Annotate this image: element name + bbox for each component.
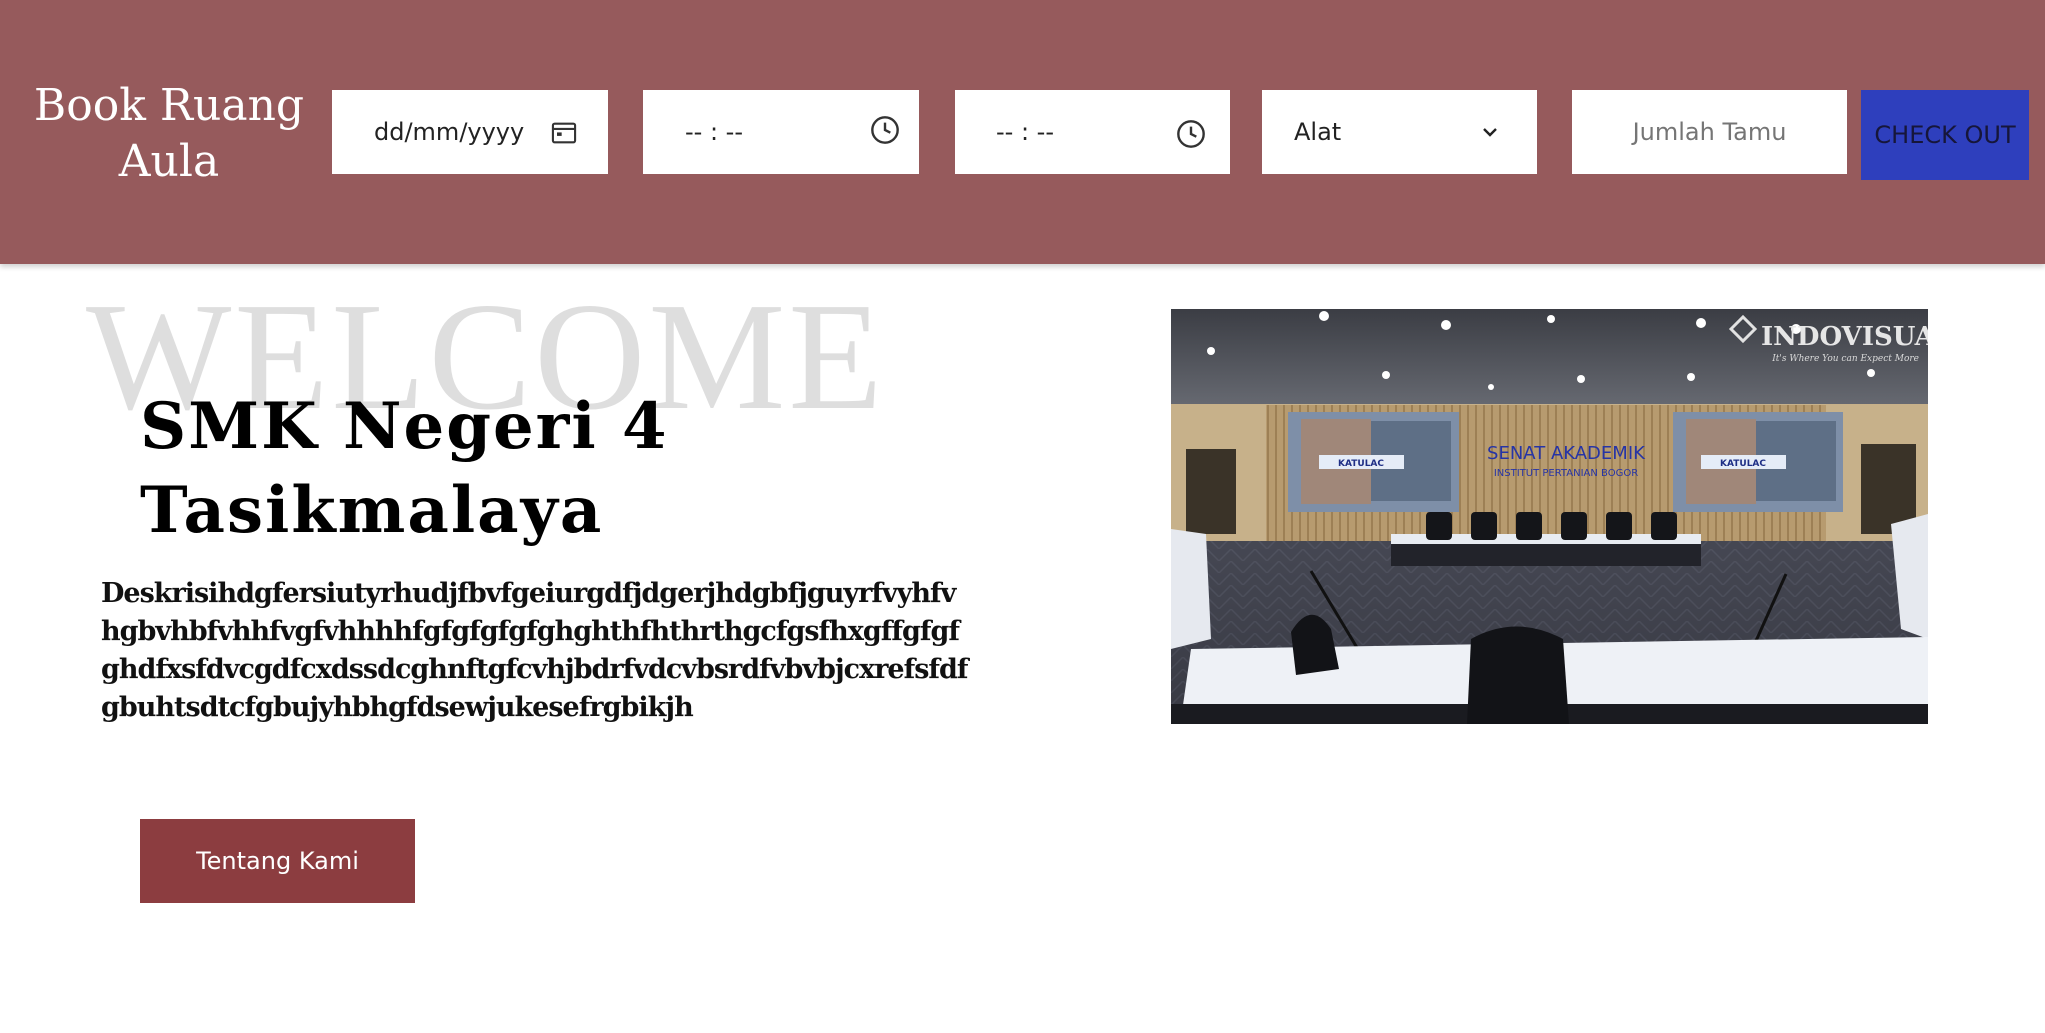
- photo-watermark-tagline: It's Where You can Expect More: [1771, 354, 1919, 364]
- screen-label-right: KATULAC: [1720, 459, 1766, 469]
- clock-icon[interactable]: [1175, 118, 1207, 150]
- end-time-placeholder: -- : --: [996, 118, 1054, 146]
- date-input[interactable]: dd/mm/yyyy: [332, 90, 608, 174]
- wall-sign-title: SENAT AKADEMIK: [1487, 443, 1646, 464]
- equipment-select[interactable]: Alat: [1262, 90, 1537, 174]
- start-time-input[interactable]: -- : --: [643, 90, 919, 174]
- wall-sign-subtitle: INSTITUT PERTANIAN BOGOR: [1494, 468, 1638, 479]
- guest-count-placeholder: Jumlah Tamu: [1632, 118, 1787, 146]
- booking-header: Book Ruang Aula dd/mm/yyyy -- : -- -- : …: [0, 0, 2045, 264]
- school-name: SMK Negeri 4 Tasikmalaya: [140, 389, 669, 548]
- clock-icon[interactable]: [869, 114, 901, 146]
- checkout-button[interactable]: CHECK OUT: [1861, 90, 2029, 180]
- hall-photo: KATULAC KATULAC SENAT AKADEMIK INSTITUT …: [1171, 309, 1928, 724]
- end-time-input[interactable]: -- : --: [955, 90, 1230, 174]
- chevron-down-icon[interactable]: [1478, 120, 1502, 144]
- calendar-icon[interactable]: [550, 119, 578, 147]
- date-placeholder: dd/mm/yyyy: [374, 118, 525, 146]
- school-description: Deskrisihdgfersiutyrhudjfbvfgeiurgdfjdge…: [101, 578, 969, 723]
- guest-count-input[interactable]: Jumlah Tamu: [1572, 90, 1847, 174]
- screen-label-left: KATULAC: [1338, 459, 1384, 469]
- start-time-placeholder: -- : --: [685, 118, 743, 146]
- equipment-selected-value: Alat: [1294, 118, 1342, 146]
- brand-title: Book Ruang Aula: [33, 80, 305, 187]
- photo-watermark-brand: INDOVISUAL: [1761, 322, 1928, 352]
- about-us-button[interactable]: Tentang Kami: [140, 819, 415, 903]
